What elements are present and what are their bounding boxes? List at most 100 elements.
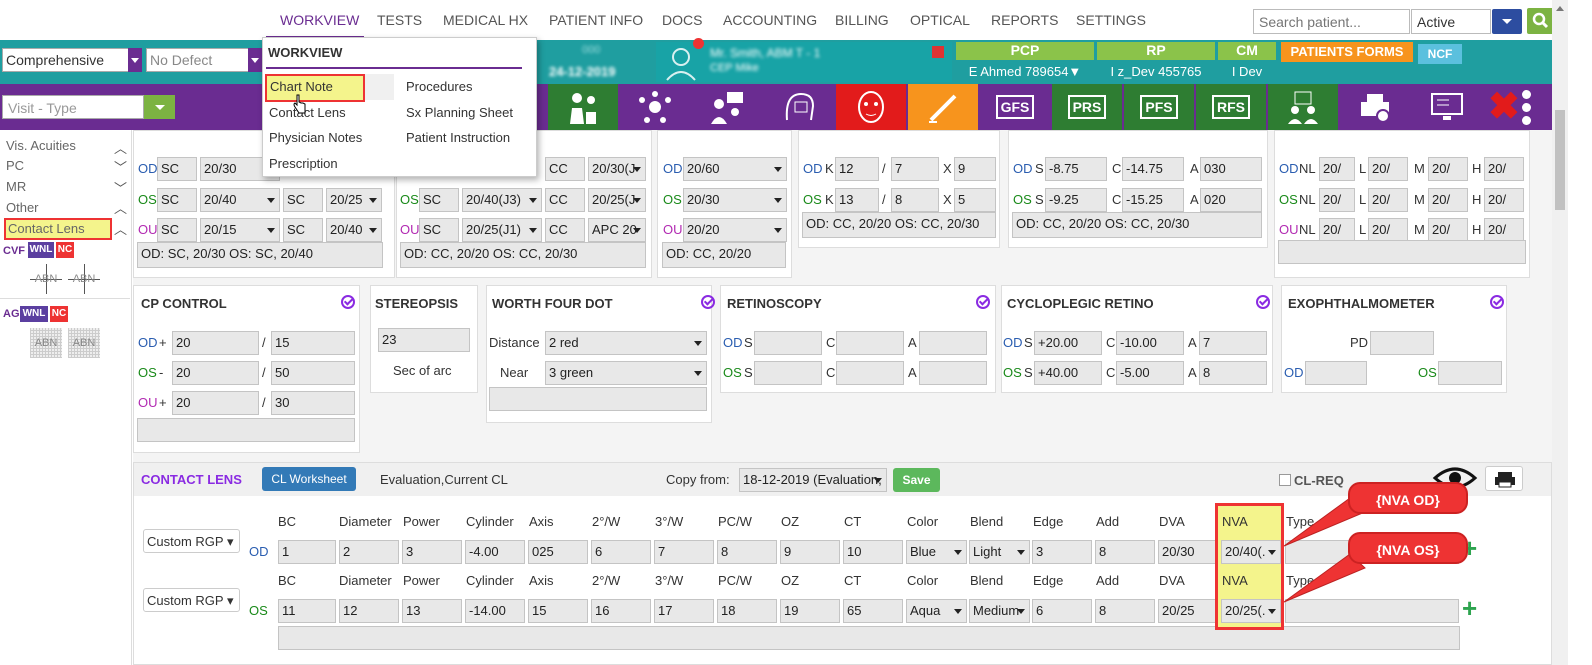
cyc-os-sphere[interactable]: +40.00 — [1034, 361, 1102, 385]
cp-ou-2[interactable]: 30 — [271, 391, 355, 415]
pc-summary[interactable]: OD: CC, 20/20 OS: CC, 20/30 — [400, 242, 646, 268]
tool-printer-icon[interactable] — [1340, 84, 1410, 130]
cl-os-diameter[interactable]: 12 — [339, 599, 399, 623]
mr-ou-value[interactable]: 20/20 — [683, 218, 787, 242]
nl-od-4[interactable]: 20/ — [1484, 157, 1524, 181]
va-os-value2[interactable]: 20/25 — [326, 188, 382, 212]
ag-abn-os[interactable]: ABN — [68, 328, 100, 358]
nl-ou-2[interactable]: 20/ — [1368, 218, 1408, 242]
va-summary[interactable]: OD: SC, 20/30 OS: SC, 20/40 — [137, 242, 383, 268]
pc-os-value2[interactable]: 20/25(J — [588, 188, 646, 212]
tool-consult-icon[interactable] — [692, 84, 762, 130]
nav-settings[interactable]: SETTINGS — [1076, 12, 1146, 28]
cp-od-1[interactable]: 20 — [172, 331, 259, 355]
cl-od-add[interactable]: 8 — [1095, 540, 1155, 564]
sidebar-item-other[interactable]: Other — [6, 199, 39, 217]
rp-value[interactable]: I z_Dev 455765 — [1097, 64, 1215, 79]
cl-od-power[interactable]: 3 — [402, 540, 462, 564]
pcp-label[interactable]: PCP — [956, 42, 1094, 60]
defect-select[interactable]: No Defect — [146, 48, 249, 72]
va-ou-sc2[interactable]: SC — [283, 218, 323, 242]
rx-od-axis[interactable]: 030 — [1200, 157, 1262, 181]
pc-ou-value[interactable]: 20/25(J1) — [462, 218, 542, 242]
nav-accounting[interactable]: ACCOUNTING — [723, 12, 817, 28]
k-od-k2[interactable]: 7 — [891, 157, 939, 181]
cl-od-oz[interactable]: 9 — [780, 540, 840, 564]
cm-value[interactable]: I Dev — [1218, 64, 1276, 79]
visit-type-select[interactable]: Visit - Type — [2, 95, 144, 119]
exo-pd-field[interactable] — [1370, 331, 1434, 355]
cl-os-oz[interactable]: 19 — [780, 599, 840, 623]
cp-os-1[interactable]: 20 — [172, 361, 259, 385]
menu-physician-notes[interactable]: Physician Notes — [269, 130, 362, 145]
patients-forms-button[interactable]: PATIENTS FORMS — [1281, 42, 1413, 62]
cl-od-dva[interactable]: 20/30 — [1158, 540, 1218, 564]
k-od-k1[interactable]: 12 — [835, 157, 879, 181]
ret-od-sphere[interactable] — [754, 331, 822, 355]
rx-summary[interactable]: OD: CC, 20/20 OS: CC, 20/30 — [1012, 212, 1262, 238]
ret-os-axis[interactable] — [919, 361, 987, 385]
k-od-axis[interactable]: 9 — [954, 157, 996, 181]
cl-os-type-select[interactable]: Custom RGP ▾ — [143, 588, 240, 612]
k-os-axis[interactable]: 5 — [954, 188, 996, 212]
cl-os-bc[interactable]: 11 — [278, 599, 336, 623]
rx-os-sphere[interactable]: -9.25 — [1045, 188, 1107, 212]
tool-exam-icon[interactable] — [548, 84, 618, 130]
menu-sx-planning-sheet[interactable]: Sx Planning Sheet — [406, 105, 513, 120]
cl-os-cylinder[interactable]: -14.00 — [465, 599, 525, 623]
cl-worksheet-button[interactable]: CL Worksheet — [262, 467, 356, 491]
cl-od-type-select[interactable]: Custom RGP ▾ — [143, 529, 240, 553]
cp-notes[interactable] — [137, 418, 355, 442]
pc-os-value[interactable]: 20/40(J3) — [462, 188, 542, 212]
more-menu-icon[interactable] — [1522, 88, 1532, 128]
pc-ou-cc[interactable]: CC — [545, 218, 585, 242]
tool-gfs-button[interactable]: GFS — [980, 84, 1050, 130]
pc-od-value[interactable]: 20/30(J — [588, 157, 646, 181]
sidebar-item-mr[interactable]: MR — [6, 178, 26, 196]
ag-wnl-button[interactable]: WNL — [20, 306, 48, 322]
pc-ou-sc[interactable]: SC — [419, 218, 459, 242]
cl-os-power[interactable]: 13 — [402, 599, 462, 623]
cl-od-3w[interactable]: 7 — [654, 540, 714, 564]
exo-od-field[interactable] — [1305, 361, 1367, 385]
cl-print-button[interactable] — [1485, 466, 1523, 491]
ret-od-axis[interactable] — [919, 331, 987, 355]
cl-od-cylinder[interactable]: -4.00 — [465, 540, 525, 564]
sidebar-item-pc[interactable]: PC — [6, 157, 24, 175]
cm-label[interactable]: CM — [1218, 42, 1276, 60]
cl-od-pcw[interactable]: 8 — [717, 540, 777, 564]
status-select[interactable]: Active — [1411, 9, 1491, 34]
pc-os-cc[interactable]: CC — [545, 188, 585, 212]
cl-od-diameter[interactable]: 2 — [339, 540, 399, 564]
k-os-k1[interactable]: 13 — [835, 188, 879, 212]
nav-workview[interactable]: WORKVIEW — [280, 12, 359, 28]
pc-os-sc[interactable]: SC — [419, 188, 459, 212]
va-ou-value[interactable]: 20/15 — [200, 218, 280, 242]
nl-od-1[interactable]: 20/ — [1319, 157, 1355, 181]
visit-type-arrow[interactable] — [144, 95, 175, 119]
menu-procedures[interactable]: Procedures — [406, 79, 472, 94]
exo-os-field[interactable] — [1438, 361, 1502, 385]
nav-docs[interactable]: DOCS — [662, 12, 702, 28]
cl-os-blend[interactable]: Medium — [969, 599, 1030, 623]
cp-os-2[interactable]: 50 — [271, 361, 355, 385]
defect-select-arrow[interactable] — [248, 48, 262, 72]
sidebar-item-contact-lens[interactable]: Contact Lens — [4, 218, 112, 240]
cl-req-checkbox[interactable] — [1279, 474, 1291, 486]
tool-pfs-button[interactable]: PFS — [1124, 84, 1194, 130]
cl-os-axis[interactable]: 15 — [528, 599, 588, 623]
close-chart-icon[interactable]: ✖ — [1488, 88, 1520, 126]
menu-contact-lens[interactable]: Contact Lens — [269, 105, 346, 120]
rx-os-cyl[interactable]: -15.25 — [1122, 188, 1184, 212]
cl-os-3w[interactable]: 17 — [654, 599, 714, 623]
cp-control-check-icon[interactable] — [341, 295, 355, 309]
retinoscopy-check-icon[interactable] — [976, 295, 990, 309]
menu-prescription[interactable]: Prescription — [269, 156, 338, 171]
exam-select-arrow[interactable] — [128, 48, 142, 72]
exam-select[interactable]: Comprehensive — [2, 48, 129, 72]
stereopsis-value[interactable]: 23 — [378, 328, 470, 352]
nl-od-2[interactable]: 20/ — [1368, 157, 1408, 181]
nl-os-1[interactable]: 20/ — [1319, 188, 1355, 212]
add-lens-icon[interactable]: + — [1462, 594, 1477, 622]
nav-tests[interactable]: TESTS — [377, 12, 422, 28]
